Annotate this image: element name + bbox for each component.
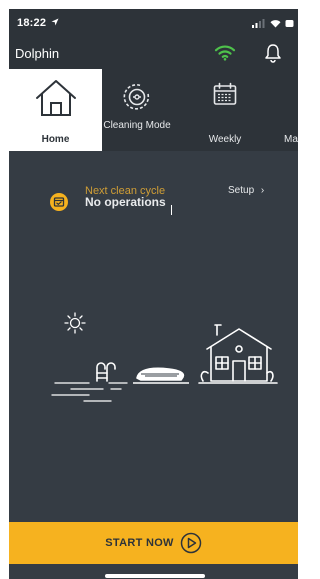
status-wifi-icon: [270, 19, 281, 27]
chevron-right-icon: ›: [260, 185, 265, 196]
location-arrow-icon: [51, 18, 59, 26]
start-now-label: START NOW: [105, 537, 174, 549]
start-now-button[interactable]: START NOW: [9, 522, 298, 564]
play-circle-icon: [180, 532, 201, 554]
cellular-signal-icon: [252, 18, 265, 28]
status-bar: 18:22: [9, 9, 298, 37]
setup-link[interactable]: Setup ›: [228, 185, 264, 196]
battery-icon: [285, 19, 294, 27]
tab-partial-label: Ma: [284, 134, 298, 145]
next-clean-cycle: Next clean cycle No operations Setup ›: [9, 181, 298, 231]
notification-bell-icon[interactable]: [263, 43, 283, 63]
tab-cleaning-mode[interactable]: Cleaning Mode: [102, 69, 172, 151]
tab-home[interactable]: Home: [9, 69, 102, 151]
tab-bar: Home Cleaning Mode Weekly Ma: [9, 69, 298, 151]
water-lines: [51, 382, 128, 402]
tab-partial[interactable]: Ma: [276, 69, 298, 151]
status-time: 18:22: [17, 17, 47, 29]
home-indicator[interactable]: [105, 574, 205, 578]
sun-icon: [64, 312, 86, 334]
bottom-safe-area: [9, 564, 298, 579]
text-cursor: [171, 205, 172, 215]
tab-home-label: Home: [41, 134, 70, 145]
status-icons: [252, 17, 294, 29]
app-screen: 18:22 Dolphin Home Cleaning Mode Weekly …: [9, 9, 298, 579]
calendar-icon: [213, 82, 237, 105]
app-title: Dolphin: [15, 46, 60, 61]
app-header: Dolphin: [9, 37, 298, 69]
tab-weekly-label: Weekly: [208, 134, 242, 145]
wifi-connection-icon[interactable]: [214, 43, 236, 61]
robot-cleaner-icon: [123, 84, 150, 110]
house-icon: [35, 80, 76, 116]
calendar-badge-icon: [50, 193, 68, 211]
tab-weekly[interactable]: Weekly: [189, 69, 261, 151]
tab-cleaning-mode-label: Cleaning Mode: [103, 120, 171, 131]
robot-cleaner-icon: [133, 367, 189, 384]
pool-house-illustration: [51, 312, 278, 402]
setup-label: Setup: [228, 185, 255, 196]
pool-ladder-icon: [96, 362, 116, 382]
house-illustration-icon: [198, 324, 278, 384]
cycle-status: No operations: [85, 195, 166, 209]
